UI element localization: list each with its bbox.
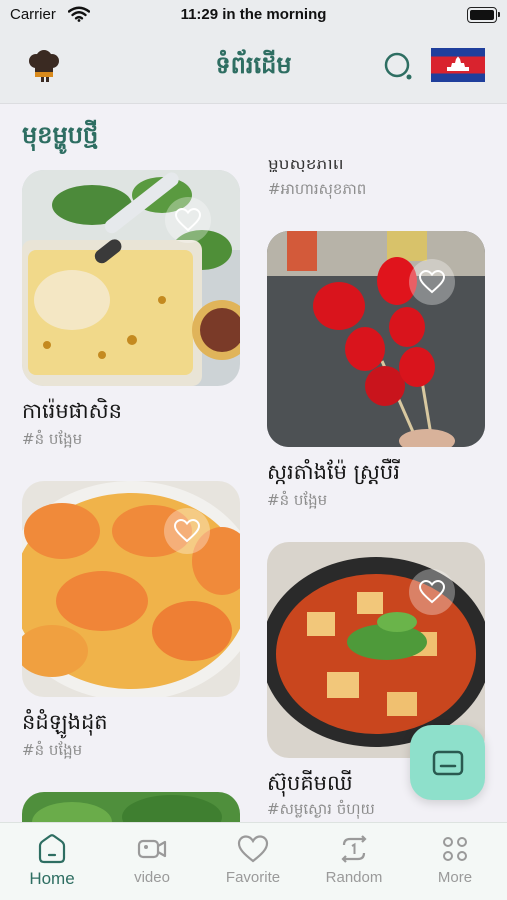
recipe-card[interactable]: នំដំឡូងដុត #នំ បង្អែម (22, 481, 240, 771)
tab-label: video (134, 869, 170, 886)
tab-label: Favorite (225, 869, 281, 886)
recipe-card[interactable]: ការ៉េមផាសិន #នំ បង្អែម (22, 170, 240, 460)
heart-icon (419, 270, 445, 294)
heart-icon (174, 519, 200, 543)
recipe-image[interactable] (22, 170, 240, 386)
navigation-bar: ទំព័រដើម (0, 32, 507, 104)
favorite-button[interactable] (409, 569, 455, 615)
home-screen: Carrier 11:29 in the morning ទំព័រដើម មុ… (0, 0, 507, 900)
heart-icon (419, 580, 445, 604)
recipe-image[interactable] (22, 481, 240, 697)
home-icon (38, 834, 66, 864)
tab-label: Random (325, 869, 383, 886)
recipe-tag: #នំ បង្អែម (22, 430, 83, 448)
tab-random[interactable]: Random (304, 833, 404, 886)
status-bar: Carrier 11:29 in the morning (0, 0, 507, 32)
recipe-title: នំដំឡូងដុត (22, 710, 108, 734)
recipe-tag-partial: #អាហារសុខភាព (268, 180, 367, 198)
tab-more[interactable]: More (405, 833, 505, 886)
recipe-title: ស្ករតាំងម៉ែ ស្ត្របឺរី (267, 460, 400, 484)
recipe-tag: #នំ បង្អែម (22, 741, 83, 759)
favorite-button[interactable] (409, 259, 455, 305)
heart-icon (175, 208, 201, 232)
favorite-button[interactable] (164, 508, 210, 554)
favorite-button[interactable] (165, 197, 211, 243)
more-grid-icon (443, 837, 467, 861)
recipe-title: ការ៉េមផាសិន (22, 399, 122, 423)
video-icon (137, 839, 167, 859)
recipe-tag: #សម្ល​ស្ងោរ ចំហុយ (267, 800, 375, 818)
battery-icon (467, 7, 500, 23)
heart-icon (237, 835, 269, 863)
recipe-tag: #នំ បង្អែម (267, 491, 328, 509)
random-icon (341, 835, 367, 863)
recipe-title-partial: ម្ហូបសុខភាព (268, 160, 344, 172)
floating-action-button[interactable] (410, 725, 485, 800)
tab-favorite[interactable]: Favorite (203, 833, 303, 886)
tab-bar: Home video Favorite Random More (0, 822, 507, 900)
tab-label: More (437, 869, 473, 886)
tab-label: Home (29, 869, 75, 888)
cambodia-flag-icon[interactable] (431, 48, 485, 82)
clock-label: 11:29 in the morning (180, 6, 327, 23)
card-icon (432, 750, 463, 775)
recipe-card[interactable]: ស្ករតាំងម៉ែ ស្ត្របឺរី #នំ បង្អែម (267, 231, 485, 521)
tab-home[interactable]: Home (2, 833, 102, 889)
recipe-image[interactable] (267, 231, 485, 447)
section-title: មុខម្ហូបថ្មី (22, 120, 99, 149)
tab-video[interactable]: video (102, 833, 202, 886)
search-icon[interactable] (384, 52, 414, 82)
recipe-title: ស៊ុបគីមឈី (267, 771, 353, 795)
